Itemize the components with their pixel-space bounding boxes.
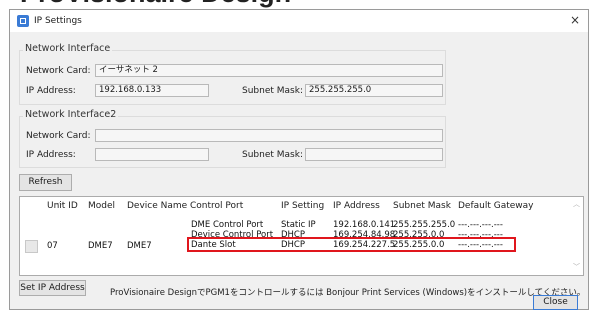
device-name-cell: DME7	[127, 241, 152, 251]
model-cell: DME7	[88, 241, 113, 251]
scroll-up-icon[interactable]: ︿	[573, 199, 580, 209]
title-bar: IP Settings ×	[10, 10, 588, 32]
ip-address2-field[interactable]	[95, 148, 209, 161]
subnet-mask-label: Subnet Mask:	[242, 86, 303, 96]
dante-slot-highlight	[187, 237, 516, 252]
network-card2-field[interactable]	[95, 129, 443, 142]
row-select-box[interactable]	[25, 240, 38, 253]
network-interface2-group: Network Interface2 Network Card: IP Addr…	[19, 109, 446, 168]
col-header-ip-setting[interactable]: IP Setting	[281, 201, 324, 211]
col-header-device-name[interactable]: Device Name	[127, 201, 187, 211]
close-button[interactable]: Close	[533, 295, 578, 310]
network-interface-group: Network Interface Network Card: イーサネット 2…	[19, 43, 446, 105]
gateway-cell: ---.---.---.---	[458, 220, 503, 230]
ip-address-field[interactable]: 192.168.0.133	[95, 84, 209, 97]
subnet-mask-cell: 255.255.255.0	[393, 220, 456, 230]
network-interface2-title: Network Interface2	[23, 109, 119, 120]
app-icon	[17, 15, 29, 27]
col-header-ip-address[interactable]: IP Address	[333, 201, 380, 211]
ip-address-cell: 192.168.0.141	[333, 220, 396, 230]
network-interface-title: Network Interface	[23, 43, 113, 54]
set-ip-address-button[interactable]: Set IP Address	[19, 280, 86, 296]
col-header-unit-id[interactable]: Unit ID	[47, 201, 78, 211]
col-header-control-port[interactable]: Control Port	[190, 201, 243, 211]
network-card2-label: Network Card:	[26, 131, 91, 141]
network-card-field[interactable]: イーサネット 2	[95, 64, 443, 77]
col-header-subnet-mask[interactable]: Subnet Mask	[393, 201, 451, 211]
ip-address-label: IP Address:	[26, 86, 76, 96]
subnet-mask-field[interactable]: 255.255.255.0	[305, 84, 443, 97]
background-app-title: ProVisionaire Design	[20, 0, 291, 9]
ip-address2-label: IP Address:	[26, 150, 76, 160]
refresh-button[interactable]: Refresh	[19, 174, 72, 191]
ip-settings-dialog: IP Settings × Network Interface Network …	[9, 9, 589, 310]
scroll-down-icon[interactable]: ﹀	[573, 262, 580, 272]
window-title: IP Settings	[34, 16, 82, 26]
col-header-default-gateway[interactable]: Default Gateway	[458, 201, 534, 211]
unit-id-cell: 07	[47, 241, 58, 251]
control-port-cell: DME Control Port	[191, 220, 264, 230]
subnet-mask2-label: Subnet Mask:	[242, 150, 303, 160]
bonjour-notice-text: ProVisionaire DesignでPGM1をコントロールするには Bon…	[110, 288, 586, 298]
col-header-model[interactable]: Model	[88, 201, 115, 211]
close-icon[interactable]: ×	[570, 13, 580, 27]
device-list[interactable]: ︿ ︿ ﹀ Unit ID Model Device Name Control …	[19, 196, 584, 276]
ip-setting-cell: Static IP	[281, 220, 316, 230]
subnet-mask2-field[interactable]	[305, 148, 443, 161]
network-card-label: Network Card:	[26, 66, 91, 76]
